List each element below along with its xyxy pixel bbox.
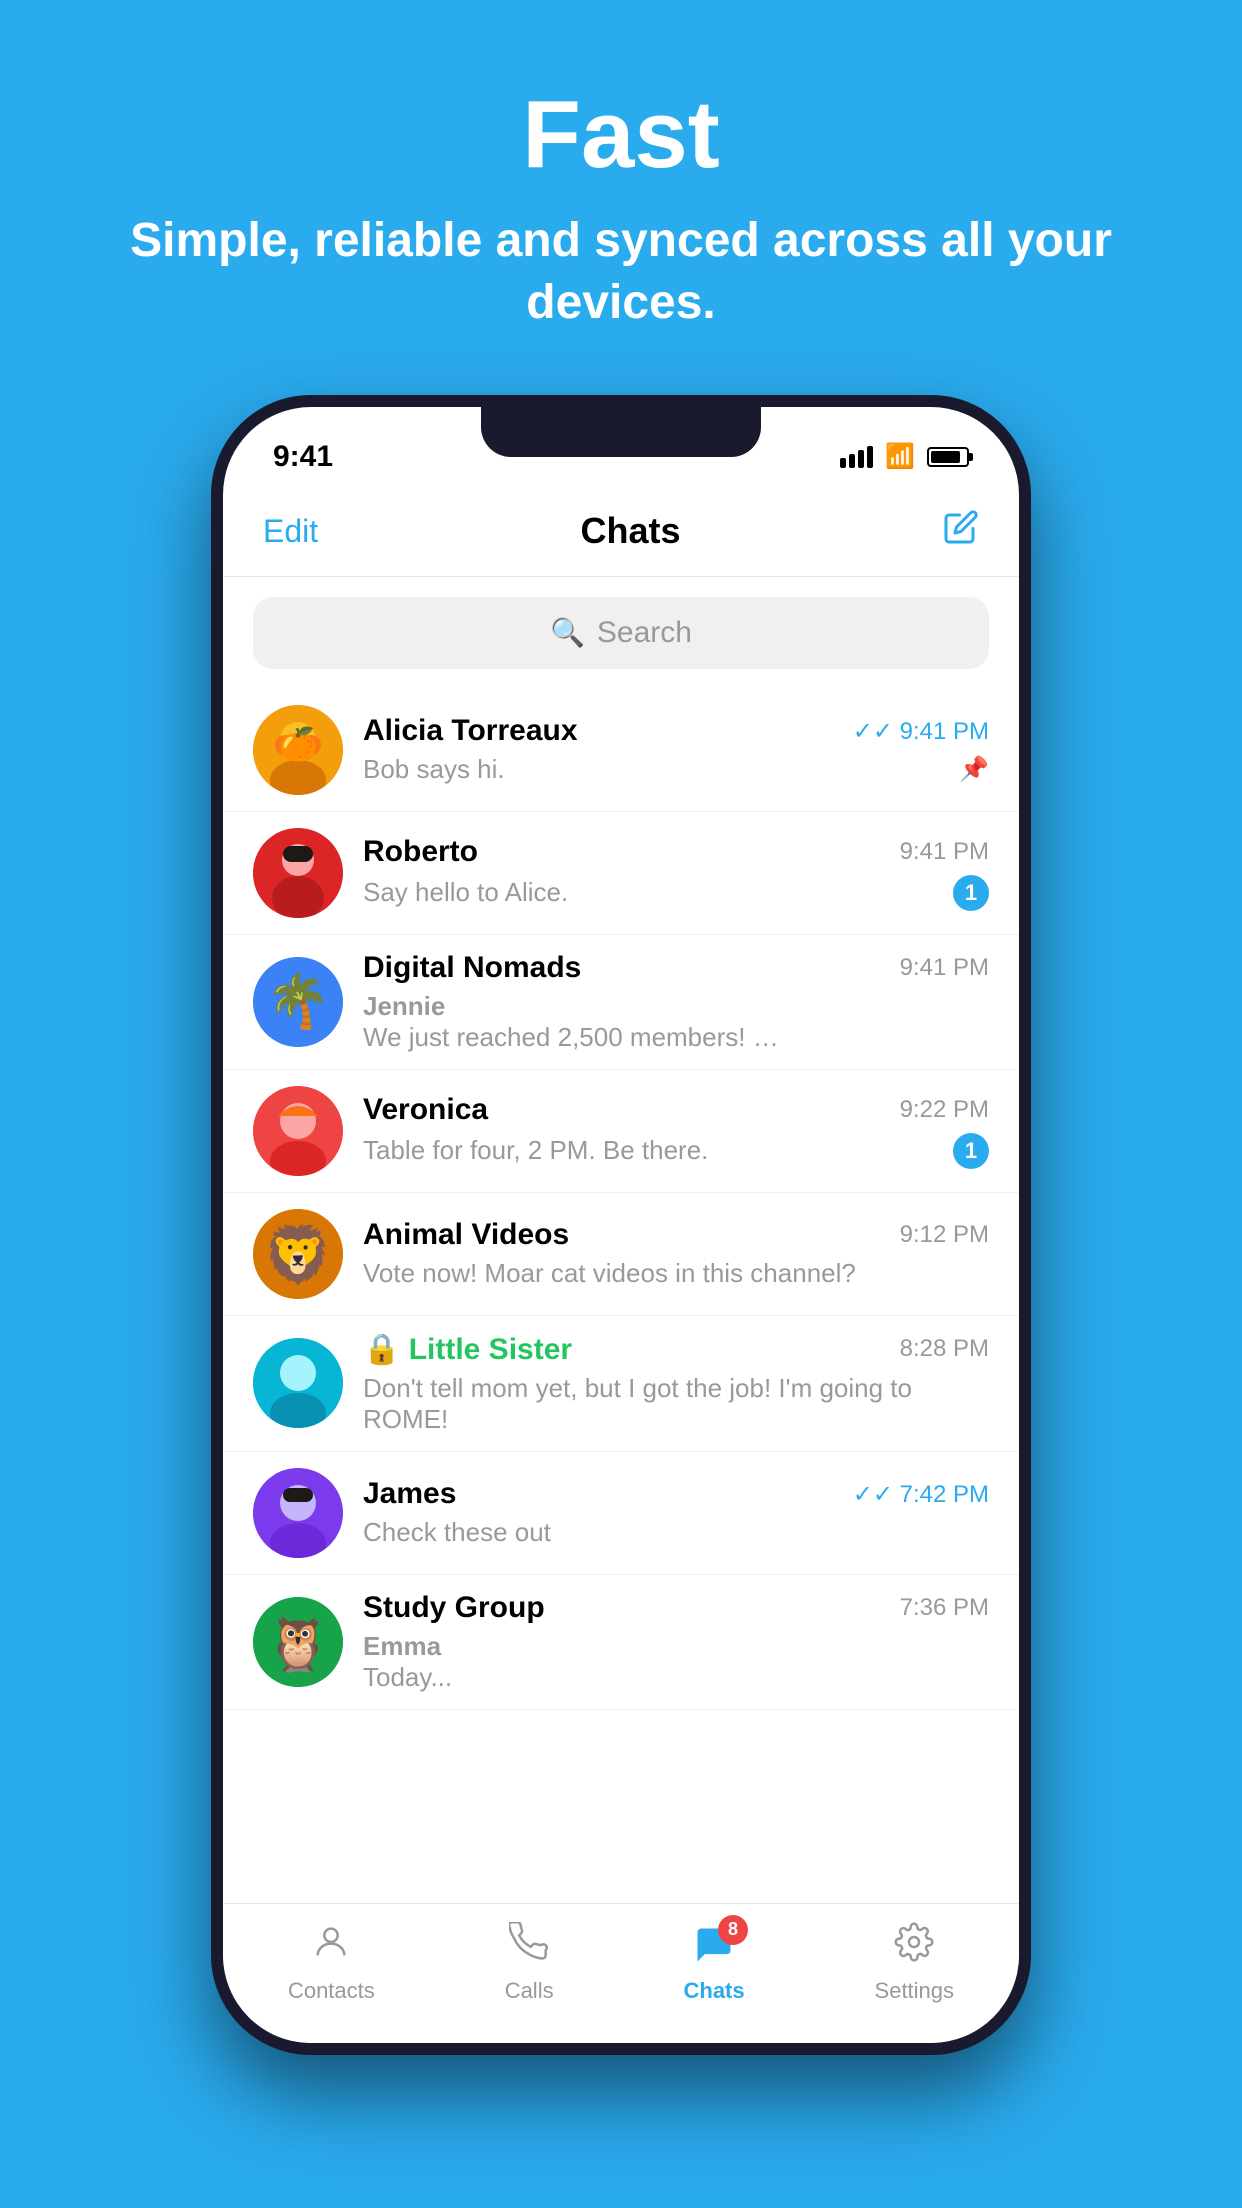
chat-content-sister: 🔒 Little Sister 8:28 PM Don't tell mom y…: [363, 1332, 989, 1435]
svg-text:🍊: 🍊: [278, 726, 319, 762]
nav-header: Edit Chats: [223, 487, 1019, 577]
chat-item-james[interactable]: James ✓✓ 7:42 PM Check these out: [223, 1452, 1019, 1575]
status-bar: 9:41 📶: [223, 407, 1019, 487]
avatar-alicia: 🍊: [253, 705, 343, 795]
chat-content-roberto: Roberto 9:41 PM Say hello to Alice. 1: [363, 835, 989, 911]
nav-item-calls[interactable]: Calls: [505, 1922, 554, 2004]
chat-name-james: James: [363, 1477, 456, 1511]
search-bar[interactable]: 🔍 Search: [253, 597, 989, 669]
chat-content-study: Study Group 7:36 PM Emma Today...: [363, 1591, 989, 1693]
chat-preview-james: Check these out: [363, 1517, 551, 1547]
chat-sender-study: Emma: [363, 1631, 989, 1662]
chat-content-james: James ✓✓ 7:42 PM Check these out: [363, 1477, 989, 1548]
calls-icon: [509, 1922, 549, 1972]
avatar-study: 🦉: [253, 1597, 343, 1687]
chat-item-alicia[interactable]: 🍊 Alicia Torreaux ✓✓ 9:41 PM Bob says hi…: [223, 689, 1019, 812]
calls-label: Calls: [505, 1978, 554, 2004]
chat-preview-digital: We just reached 2,500 members! WOO!: [363, 1022, 783, 1053]
unread-badge-veronica: 1: [953, 1133, 989, 1169]
chat-time-veronica: 9:22 PM: [900, 1096, 989, 1124]
svg-text:🦁: 🦁: [263, 1223, 333, 1287]
page-title: Chats: [581, 510, 681, 552]
nav-item-contacts[interactable]: Contacts: [288, 1922, 375, 2004]
chat-content-animal: Animal Videos 9:12 PM Vote now! Moar cat…: [363, 1218, 989, 1289]
settings-icon: [894, 1922, 934, 1972]
chat-preview-study: Today...: [363, 1662, 783, 1693]
chats-label: Chats: [684, 1978, 745, 2004]
chat-item-roberto[interactable]: Roberto 9:41 PM Say hello to Alice. 1: [223, 812, 1019, 935]
phone-outer: 9:41 📶 Edit Chats: [211, 395, 1031, 2055]
pin-icon-alicia: 📌: [959, 755, 989, 784]
chat-preview-alicia: Bob says hi.: [363, 754, 505, 785]
hero-subtitle: Simple, reliable and synced across all y…: [0, 210, 1242, 335]
chat-content-alicia: Alicia Torreaux ✓✓ 9:41 PM Bob says hi. …: [363, 714, 989, 785]
contacts-label: Contacts: [288, 1978, 375, 2004]
phone-inner: 9:41 📶 Edit Chats: [223, 407, 1019, 2043]
chat-item-animal[interactable]: 🦁 Animal Videos 9:12 PM Vote now! Moar c…: [223, 1193, 1019, 1316]
contacts-icon: [311, 1922, 351, 1972]
avatar-veronica: [253, 1086, 343, 1176]
settings-label: Settings: [875, 1978, 955, 2004]
bottom-nav: Contacts Calls 8: [223, 1903, 1019, 2043]
compose-button[interactable]: [943, 509, 979, 553]
chats-badge: 8: [718, 1915, 748, 1945]
avatar-digital: 🌴: [253, 957, 343, 1047]
chat-name-digital: Digital Nomads: [363, 951, 581, 985]
search-icon: 🔍: [550, 616, 585, 649]
nav-item-chats[interactable]: 8 Chats: [684, 1923, 745, 2004]
chat-item-veronica[interactable]: Veronica 9:22 PM Table for four, 2 PM. B…: [223, 1070, 1019, 1193]
nav-item-settings[interactable]: Settings: [875, 1922, 955, 2004]
avatar-sister: [253, 1338, 343, 1428]
chat-name-animal: Animal Videos: [363, 1218, 569, 1252]
wifi-icon: 📶: [885, 442, 915, 471]
chat-time-james: ✓✓ 7:42 PM: [853, 1480, 989, 1509]
chat-preview-roberto: Say hello to Alice.: [363, 877, 568, 908]
chat-time-alicia: ✓✓ 9:41 PM: [853, 717, 989, 746]
chat-sender-digital: Jennie: [363, 991, 989, 1022]
chat-content-veronica: Veronica 9:22 PM Table for four, 2 PM. B…: [363, 1093, 989, 1169]
chat-item-sister[interactable]: 🔒 Little Sister 8:28 PM Don't tell mom y…: [223, 1316, 1019, 1452]
chat-time-digital: 9:41 PM: [900, 954, 989, 982]
search-placeholder: Search: [597, 616, 692, 650]
chat-preview-veronica: Table for four, 2 PM. Be there.: [363, 1135, 708, 1166]
chat-item-study[interactable]: 🦉 Study Group 7:36 PM Emma Today...: [223, 1575, 1019, 1710]
status-time: 9:41: [273, 440, 333, 474]
chat-list: 🍊 Alicia Torreaux ✓✓ 9:41 PM Bob says hi…: [223, 689, 1019, 1710]
chats-icon-wrap: 8: [692, 1923, 736, 1972]
chat-time-study: 7:36 PM: [900, 1594, 989, 1622]
chat-name-alicia: Alicia Torreaux: [363, 714, 578, 748]
avatar-animal: 🦁: [253, 1209, 343, 1299]
chat-item-digital[interactable]: 🌴 Digital Nomads 9:41 PM Jennie We just …: [223, 935, 1019, 1070]
chat-preview-animal: Vote now! Moar cat videos in this channe…: [363, 1258, 989, 1289]
status-icons: 📶: [840, 442, 969, 471]
chat-name-sister: 🔒 Little Sister: [363, 1332, 572, 1367]
chat-preview-sister: Don't tell mom yet, but I got the job! I…: [363, 1373, 989, 1435]
battery-icon: [927, 447, 969, 467]
chat-name-veronica: Veronica: [363, 1093, 488, 1127]
chat-name-roberto: Roberto: [363, 835, 478, 869]
chat-name-study: Study Group: [363, 1591, 545, 1625]
phone-mockup: 9:41 📶 Edit Chats: [211, 395, 1031, 2075]
avatar-james: [253, 1468, 343, 1558]
chat-content-digital: Digital Nomads 9:41 PM Jennie We just re…: [363, 951, 989, 1053]
chat-time-sister: 8:28 PM: [900, 1335, 989, 1363]
svg-text:🌴: 🌴: [266, 971, 331, 1031]
unread-badge-roberto: 1: [953, 875, 989, 911]
svg-text:🦉: 🦉: [266, 1616, 331, 1674]
signal-icon: [840, 446, 873, 468]
chat-time-animal: 9:12 PM: [900, 1221, 989, 1249]
edit-button[interactable]: Edit: [263, 513, 318, 550]
chat-time-roberto: 9:41 PM: [900, 838, 989, 866]
hero-title: Fast: [522, 80, 719, 190]
avatar-roberto: [253, 828, 343, 918]
